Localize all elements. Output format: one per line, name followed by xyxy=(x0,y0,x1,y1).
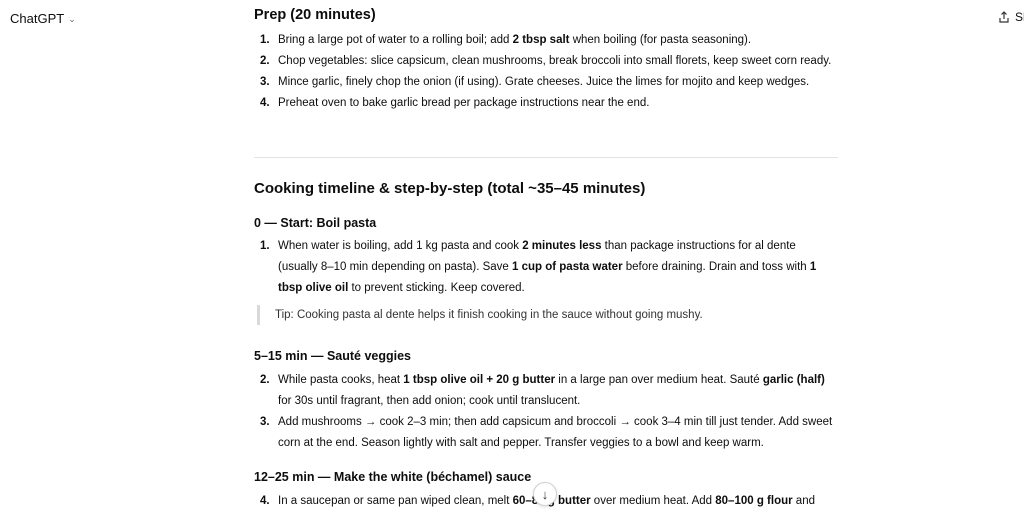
arrow-down-icon: ↓ xyxy=(541,486,549,502)
list-item: 1. When water is boiling, add 1 kg pasta… xyxy=(260,240,817,294)
prep-list: 1. Bring a large pot of water to a rolli… xyxy=(254,30,838,114)
list-item: 3. Add mushrooms → cook 2–3 min; then ad… xyxy=(260,416,833,449)
list-item: 4. Preheat oven to bake garlic bread per… xyxy=(260,97,650,109)
tip-blockquote: Tip: Cooking pasta al dente helps it fin… xyxy=(257,305,835,325)
saute-list: 2. While pasta cooks, heat 1 tbsp olive … xyxy=(254,370,838,454)
section-heading-saute: 5–15 min — Sauté veggies xyxy=(254,349,412,363)
section-heading-bechamel: 12–25 min — Make the white (béchamel) sa… xyxy=(254,470,532,484)
share-label: Sh xyxy=(1015,10,1024,24)
list-item: 2. While pasta cooks, heat 1 tbsp olive … xyxy=(260,374,825,407)
model-selector[interactable]: ChatGPT ⌄ xyxy=(10,11,76,26)
chevron-down-icon: ⌄ xyxy=(68,13,76,24)
list-item: 3. Mince garlic, finely chop the onion (… xyxy=(260,76,810,88)
divider xyxy=(254,157,838,158)
timeline-heading: Cooking timeline & step-by-step (total ~… xyxy=(254,180,646,197)
list-item: 1. Bring a large pot of water to a rolli… xyxy=(260,34,752,46)
share-button[interactable]: Sh xyxy=(998,10,1024,24)
prep-heading: Prep (20 minutes) xyxy=(254,7,376,23)
scroll-to-bottom-button[interactable]: ↓ xyxy=(533,482,557,506)
boil-list: 1. When water is boiling, add 1 kg pasta… xyxy=(254,236,838,299)
app-title: ChatGPT xyxy=(10,11,65,26)
section-heading-boil: 0 — Start: Boil pasta xyxy=(254,216,377,230)
list-item: 2. Chop vegetables: slice capsicum, clea… xyxy=(260,55,832,67)
share-icon xyxy=(999,11,1009,23)
